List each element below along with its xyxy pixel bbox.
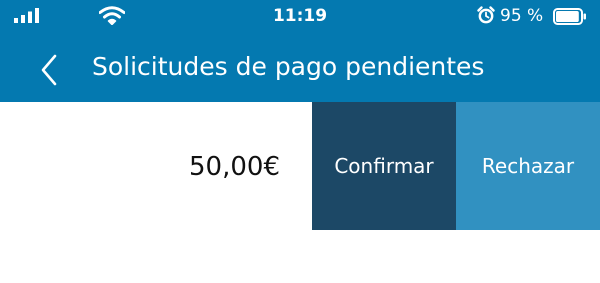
signal-icon <box>14 8 39 23</box>
payment-amount: 50,00€ <box>189 152 280 182</box>
wifi-icon <box>99 6 125 25</box>
app-header: 11:19 95 % Solicitudes de pago pendiente… <box>0 0 600 102</box>
payment-request-row: 50,00€ Confirmar Rechazar <box>0 102 600 230</box>
alarm-icon <box>477 6 495 24</box>
confirm-button[interactable]: Confirmar <box>312 102 456 230</box>
chevron-left-icon <box>41 54 57 86</box>
battery-percentage: 95 % <box>500 6 544 26</box>
reject-button[interactable]: Rechazar <box>456 102 600 230</box>
page-title: Solicitudes de pago pendientes <box>92 52 485 81</box>
back-button[interactable] <box>36 52 64 88</box>
battery-icon <box>553 8 586 25</box>
status-bar: 11:19 95 % <box>0 0 600 34</box>
status-time: 11:19 <box>272 6 328 26</box>
